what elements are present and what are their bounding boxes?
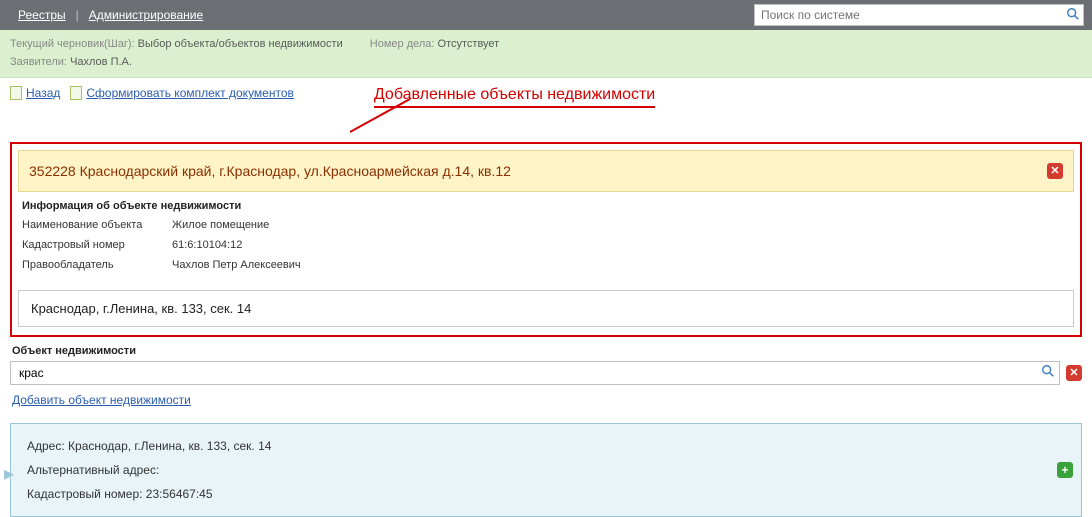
search-icon[interactable]: [1063, 7, 1083, 24]
suggestion-cad-value: 23:56467:45: [146, 487, 213, 501]
cadastral-value: 61:6:10104:12: [172, 236, 242, 256]
object-search-title: Объект недвижимости: [12, 345, 1078, 357]
cadastral-label: Кадастровый номер: [22, 236, 172, 256]
build-docs-link[interactable]: Сформировать комплект документов: [86, 86, 294, 100]
owner-label: Правообладатель: [22, 256, 172, 276]
case-value: Отсутствует: [438, 38, 500, 50]
remove-object-button[interactable]: ✕: [1047, 163, 1063, 179]
draft-value: Выбор объекта/объектов недвижимости: [138, 38, 343, 50]
object-title: 352228 Краснодарский край, г.Краснодар, …: [29, 163, 511, 179]
case-label: Номер дела:: [370, 38, 435, 50]
suggestion-address-label: Адрес:: [27, 439, 65, 453]
nav-admin[interactable]: Администрирование: [79, 8, 213, 22]
applicant-label: Заявители:: [10, 56, 67, 68]
pointer-icon: ▸: [4, 464, 14, 484]
back-link[interactable]: Назад: [26, 86, 60, 100]
object-second-address: Краснодар, г.Ленина, кв. 133, сек. 14: [18, 290, 1074, 327]
callout-pointer: [0, 114, 1092, 138]
object-name-label: Наименование объекта: [22, 216, 172, 236]
applicant-value: Чахлов П.А.: [70, 56, 132, 68]
add-object-link[interactable]: Добавить объект недвижимости: [12, 393, 191, 407]
suggestion-panel[interactable]: ▸ Адрес: Краснодар, г.Ленина, кв. 133, с…: [10, 423, 1082, 517]
suggestion-alt-label: Альтернативный адрес:: [27, 463, 159, 477]
clear-search-button[interactable]: ✕: [1066, 365, 1082, 381]
global-search-input[interactable]: [755, 8, 1063, 22]
suggestion-address-value: Краснодар, г.Ленина, кв. 133, сек. 14: [68, 439, 271, 453]
owner-value: Чахлов Петр Алексеевич: [172, 256, 301, 276]
top-nav: Реестры | Администрирование: [0, 0, 1092, 30]
suggestion-cad-label: Кадастровый номер:: [27, 487, 142, 501]
document-icon: [10, 86, 22, 100]
object-name-value: Жилое помещение: [172, 216, 269, 236]
selected-objects-panel: 352228 Краснодарский край, г.Краснодар, …: [10, 142, 1082, 336]
global-search[interactable]: [754, 4, 1084, 26]
object-info-title: Информация об объекте недвижимости: [22, 200, 1070, 212]
draft-label: Текущий черновик(Шаг):: [10, 38, 135, 50]
nav-registries[interactable]: Реестры: [8, 8, 76, 22]
object-search-section: Объект недвижимости ✕ Добавить объект не…: [10, 345, 1082, 417]
context-strip: Текущий черновик(Шаг): Выбор объекта/объ…: [0, 30, 1092, 78]
object-search-input[interactable]: [11, 366, 1037, 380]
document-icon: [70, 86, 82, 100]
object-info-table: Наименование объекта Жилое помещение Кад…: [22, 216, 1070, 275]
add-suggestion-button[interactable]: +: [1057, 462, 1073, 478]
object-header: 352228 Краснодарский край, г.Краснодар, …: [18, 150, 1074, 192]
object-search-box[interactable]: [10, 361, 1060, 385]
search-icon[interactable]: [1037, 364, 1059, 381]
